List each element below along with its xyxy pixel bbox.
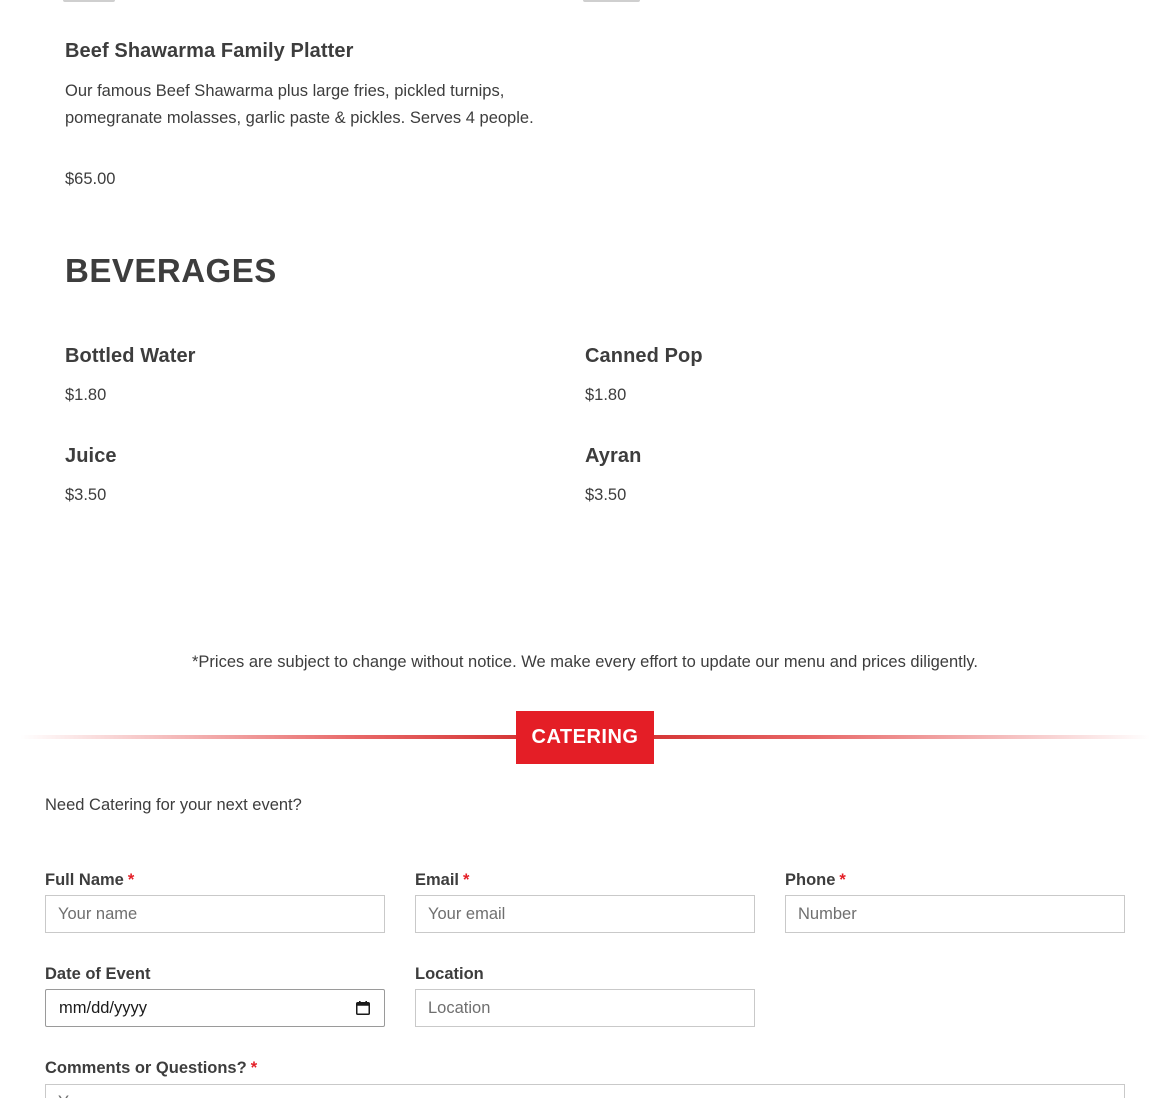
email-label-text: Email — [415, 871, 460, 889]
catering-intro: Need Catering for your next event? — [45, 796, 302, 814]
catering-badge: CATERING — [516, 711, 654, 764]
page: Beef Shawarma Family Platter Our famous … — [0, 0, 1170, 1098]
full-name-label: Full Name * — [45, 871, 134, 890]
phone-label-text: Phone — [785, 871, 836, 889]
date-of-event-label: Date of Event — [45, 965, 150, 984]
beverage-item-price: $1.80 — [585, 386, 627, 404]
full-name-label-text: Full Name — [45, 871, 124, 889]
email-input[interactable] — [415, 895, 755, 933]
cutoff-card-edge-right — [583, 0, 640, 2]
comments-placeholder: Y — [58, 1093, 69, 1098]
comments-label-text: Comments or Questions? — [45, 1059, 247, 1077]
required-asterisk: * — [839, 871, 846, 889]
menu-item-price: $65.00 — [65, 170, 116, 188]
beverage-item-price: $3.50 — [65, 486, 107, 504]
beverage-item-title: Canned Pop — [585, 345, 703, 367]
date-of-event-label-text: Date of Event — [45, 965, 151, 983]
comments-textarea[interactable]: Y — [45, 1084, 1125, 1098]
beverage-item-title: Ayran — [585, 445, 642, 467]
comments-label: Comments or Questions? * — [45, 1059, 257, 1078]
phone-input[interactable] — [785, 895, 1125, 933]
section-heading-beverages: BEVERAGES — [65, 252, 277, 289]
date-input-value: mm/dd/yyyy — [59, 998, 148, 1017]
beverage-item-price: $3.50 — [585, 486, 627, 504]
full-name-input[interactable] — [45, 895, 385, 933]
location-label-text: Location — [415, 965, 484, 983]
beverage-item-title: Bottled Water — [65, 345, 196, 367]
menu-item-description: Our famous Beef Shawarma plus large frie… — [65, 82, 534, 127]
cutoff-card-edge-left — [63, 0, 115, 2]
email-label: Email * — [415, 871, 469, 890]
beverage-item-title: Juice — [65, 445, 117, 467]
required-asterisk: * — [127, 871, 135, 889]
calendar-icon[interactable] — [356, 1001, 370, 1015]
beverage-item-price: $1.80 — [65, 386, 107, 404]
date-of-event-input[interactable]: mm/dd/yyyy — [45, 989, 385, 1027]
location-label: Location — [415, 965, 484, 984]
price-notice: *Prices are subject to change without no… — [191, 653, 978, 671]
required-asterisk: * — [463, 871, 470, 889]
location-input[interactable] — [415, 989, 755, 1027]
phone-label: Phone * — [785, 871, 846, 890]
menu-item-title: Beef Shawarma Family Platter — [65, 40, 354, 62]
required-asterisk: * — [250, 1059, 258, 1077]
